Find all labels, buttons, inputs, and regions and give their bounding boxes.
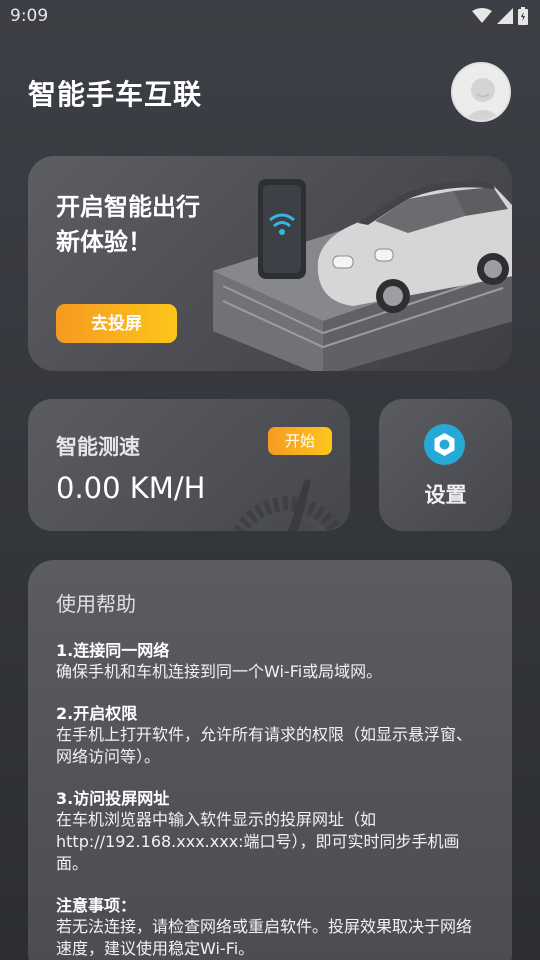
settings-icon — [424, 424, 465, 465]
speed-value: 0.00 KM/H — [56, 471, 206, 505]
battery-icon — [518, 7, 528, 25]
gear-icon — [434, 433, 455, 456]
wifi-icon — [472, 8, 492, 23]
hero-title-line2: 新体验！ — [56, 228, 152, 256]
cast-screen-button[interactable]: 去投屏 — [56, 304, 177, 343]
status-icons — [472, 7, 528, 25]
status-time: 9:09 — [10, 6, 49, 26]
avatar[interactable] — [451, 62, 511, 122]
hero-title: 开启智能出行 新体验！ — [56, 190, 256, 260]
help-heading: 注意事项： — [56, 896, 137, 915]
speed-title: 智能测速 — [56, 435, 140, 459]
start-button[interactable]: 开始 — [268, 427, 332, 455]
help-body: 确保手机和车机连接到同一个Wi-Fi或局域网。 — [56, 662, 383, 681]
help-section: 2.开启权限 在手机上打开软件，允许所有请求的权限（如显示悬浮窗、网络访问等）。 — [56, 703, 484, 768]
help-title: 使用帮助 — [56, 592, 136, 616]
settings-label: 设置 — [424, 483, 467, 507]
help-card: 使用帮助 1.连接同一网络 确保手机和车机连接到同一个Wi-Fi或局域网。 2.… — [28, 560, 512, 960]
help-body: 若无法连接，请检查网络或重启软件。投屏效果取决于网络速度，建议使用稳定Wi-Fi… — [56, 917, 473, 958]
hero-title-line1: 开启智能出行 — [56, 193, 200, 221]
speedometer-icon — [231, 479, 345, 531]
help-section: 3.访问投屏网址 在车机浏览器中输入软件显示的投屏网址（如 http://192… — [56, 788, 484, 875]
user-avatar-icon — [453, 64, 509, 120]
speed-card[interactable]: 智能测速 0.00 KM/H 开始 — [28, 399, 350, 531]
hero-card: 开启智能出行 新体验！ 去投屏 — [28, 156, 512, 371]
help-heading: 2.开启权限 — [56, 704, 138, 723]
help-heading: 3.访问投屏网址 — [56, 789, 170, 808]
help-heading: 1.连接同一网络 — [56, 641, 170, 660]
help-body: 在手机上打开软件，允许所有请求的权限（如显示悬浮窗、网络访问等）。 — [56, 725, 473, 766]
help-section: 注意事项： 若无法连接，请检查网络或重启软件。投屏效果取决于网络速度，建议使用稳… — [56, 895, 484, 960]
signal-icon — [497, 8, 513, 24]
help-section: 1.连接同一网络 确保手机和车机连接到同一个Wi-Fi或局域网。 — [56, 640, 484, 683]
settings-card[interactable]: 设置 — [379, 399, 512, 531]
help-body: 在车机浏览器中输入软件显示的投屏网址（如 http://192.168.xxx.… — [56, 810, 460, 873]
page-title: 智能手车互联 — [28, 78, 203, 111]
status-bar: 9:09 — [0, 0, 540, 34]
